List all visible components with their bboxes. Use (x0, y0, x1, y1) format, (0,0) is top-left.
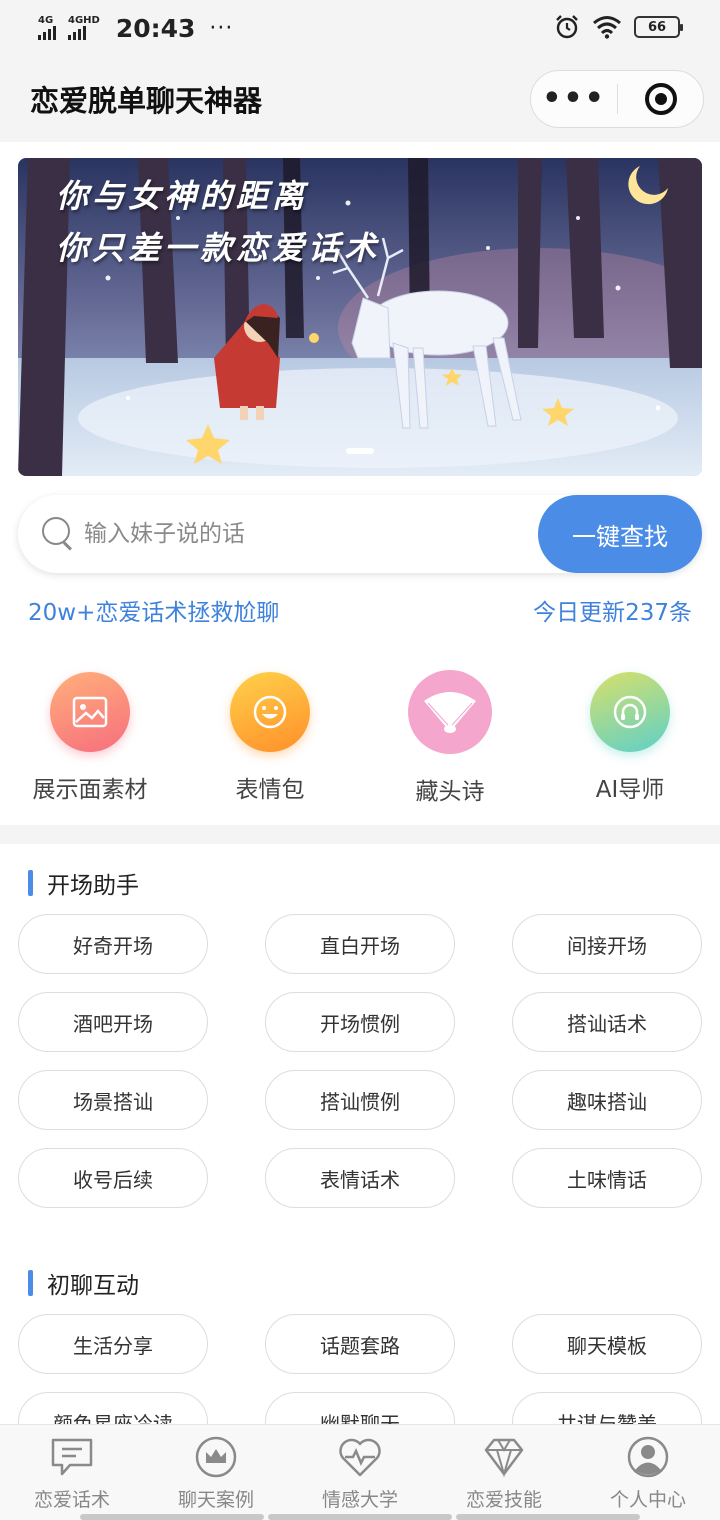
tab-label: 恋爱话术 (33, 1489, 110, 1511)
tab-emotion-university[interactable]: 情感大学 (288, 1425, 432, 1520)
search-icon (42, 517, 76, 551)
crown-icon (192, 1435, 240, 1479)
smile-icon (230, 672, 310, 752)
wifi-icon (593, 16, 621, 39)
feature-acrostic-poem[interactable]: 藏头诗 (360, 670, 540, 806)
chip-pickup-routine[interactable]: 搭讪惯例 (265, 1070, 455, 1130)
content-sections: 开场助手 好奇开场 直白开场 间接开场 酒吧开场 开场惯例 搭讪话术 场景搭讪 … (0, 844, 720, 1452)
banner-line-2: 你只差一款恋爱话术 (56, 229, 381, 267)
feature-grid: 展示面素材 表情包 藏头诗 AI导师 (0, 670, 720, 806)
tagline-update-count: 今日更新237条 (533, 600, 692, 626)
status-dots: ··· (209, 15, 234, 41)
gesture-nav-bar (80, 1514, 640, 1520)
section-title-opener: 开场助手 (28, 866, 139, 900)
fan-icon (408, 670, 492, 754)
search-button[interactable]: 一键查找 (538, 495, 702, 573)
close-miniapp-button[interactable] (618, 83, 703, 115)
chip-topic-routine[interactable]: 话题套路 (265, 1314, 455, 1374)
signal-bars-icon (38, 26, 56, 40)
more-dots-icon[interactable]: ••• (531, 84, 617, 114)
signal-bars-icon (68, 26, 86, 40)
tab-label: 恋爱技能 (465, 1489, 542, 1511)
battery-icon: 66 (634, 16, 683, 38)
main-top-section: 你与女神的距离 你只差一款恋爱话术 一键查找 20w+恋爱话术拯救尬聊 今日更新… (0, 142, 720, 825)
signal-sim2: 4GHD (68, 16, 100, 40)
heart-pulse-icon (336, 1435, 384, 1479)
tab-label: 聊天案例 (177, 1489, 254, 1511)
alarm-icon (556, 15, 578, 39)
search-bar: 一键查找 (18, 495, 702, 573)
sim1-label: 4G (38, 15, 54, 26)
chip-opener-routine[interactable]: 开场惯例 (265, 992, 455, 1052)
chip-direct-opener[interactable]: 直白开场 (265, 914, 455, 974)
banner-slogan: 你与女神的距离 你只差一款恋爱话术 (56, 170, 380, 274)
tab-chat-cases[interactable]: 聊天案例 (144, 1425, 288, 1520)
section-title-text: 开场助手 (47, 873, 139, 899)
chip-cheesy-lines[interactable]: 土味情话 (512, 1148, 702, 1208)
banner-line-1: 你与女神的距离 (56, 177, 309, 215)
status-bar: 4G 4GHD 20:43 ··· 66 (0, 0, 720, 56)
opener-chip-grid: 好奇开场 直白开场 间接开场 酒吧开场 开场惯例 搭讪话术 场景搭讪 搭讪惯例 … (18, 914, 702, 1208)
feature-label: 展示面素材 (32, 777, 148, 803)
section-accent-bar (28, 870, 33, 896)
section-title-first-chat: 初聊互动 (28, 1266, 139, 1300)
carousel-indicator (346, 448, 374, 454)
chat-bubble-icon (48, 1435, 96, 1479)
banner-carousel[interactable]: 你与女神的距离 你只差一款恋爱话术 (18, 158, 702, 476)
target-circle-icon (644, 83, 677, 115)
tab-label: 情感大学 (321, 1489, 398, 1511)
feature-label: 表情包 (235, 777, 305, 803)
clock-time: 20:43 (115, 13, 196, 43)
tab-love-skills[interactable]: 恋爱技能 (432, 1425, 576, 1520)
chip-indirect-opener[interactable]: 间接开场 (512, 914, 702, 974)
chip-life-sharing[interactable]: 生活分享 (18, 1314, 208, 1374)
chip-fun-pickup[interactable]: 趣味搭讪 (512, 1070, 702, 1130)
tagline-row: 20w+恋爱话术拯救尬聊 今日更新237条 (28, 593, 692, 627)
chip-pickup-lines[interactable]: 搭讪话术 (512, 992, 702, 1052)
feature-label: AI导师 (595, 777, 665, 803)
section-accent-bar (28, 1270, 33, 1296)
chip-curious-opener[interactable]: 好奇开场 (18, 914, 208, 974)
feature-ai-mentor[interactable]: AI导师 (540, 672, 720, 806)
feature-label: 藏头诗 (415, 779, 485, 805)
title-bar: 恋爱脱单聊天神器 ••• (0, 56, 720, 142)
tab-love-lines[interactable]: 恋爱话术 (0, 1425, 144, 1520)
signal-sim1: 4G (38, 16, 56, 40)
chip-bar-opener[interactable]: 酒吧开场 (18, 992, 208, 1052)
bottom-tab-bar: 恋爱话术 聊天案例 情感大学 恋爱技能 个人中心 (0, 1424, 720, 1520)
tab-personal-center[interactable]: 个人中心 (576, 1425, 720, 1520)
chip-scene-pickup[interactable]: 场景搭讪 (18, 1070, 208, 1130)
user-avatar-icon (624, 1435, 672, 1479)
section-title-text: 初聊互动 (47, 1273, 139, 1299)
app-title: 恋爱脱单聊天神器 (30, 84, 263, 118)
chip-chat-template[interactable]: 聊天模板 (512, 1314, 702, 1374)
chip-emoji-lines[interactable]: 表情话术 (265, 1148, 455, 1208)
miniapp-capsule: ••• (530, 70, 704, 128)
image-icon (50, 672, 130, 752)
chip-after-number[interactable]: 收号后续 (18, 1148, 208, 1208)
diamond-icon (480, 1435, 528, 1479)
sim2-label: 4GHD (68, 15, 100, 26)
search-input[interactable] (84, 521, 524, 547)
tab-label: 个人中心 (609, 1489, 686, 1511)
tagline-left: 20w+恋爱话术拯救尬聊 (28, 600, 280, 626)
feature-stickers[interactable]: 表情包 (180, 672, 360, 806)
feature-showcase-materials[interactable]: 展示面素材 (0, 672, 180, 806)
battery-level: 66 (647, 19, 667, 35)
headset-icon (590, 672, 670, 752)
